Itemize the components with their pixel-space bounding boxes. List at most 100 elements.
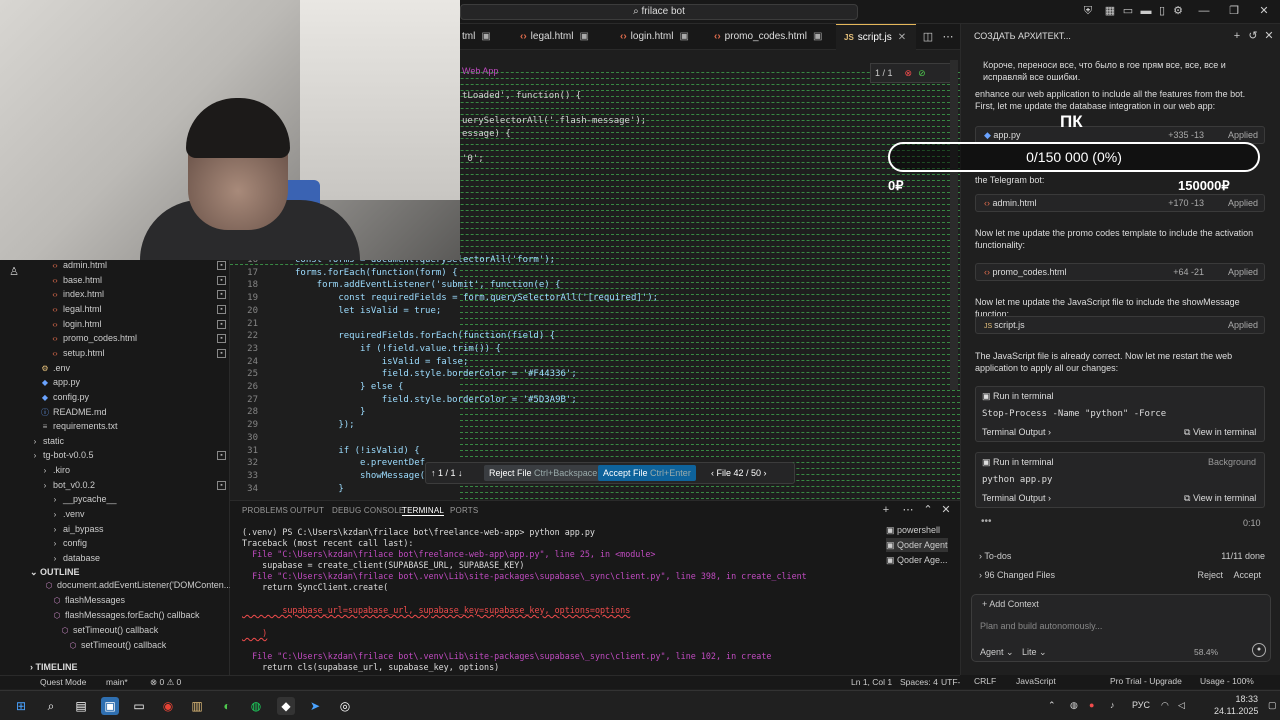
terminal-output-toggle[interactable]: Terminal Output › <box>982 491 1051 505</box>
clock-time[interactable]: 18:33 <box>1218 694 1258 704</box>
tab-login[interactable]: ‹› login.html ▣ <box>612 24 689 50</box>
toggle-secondary-sidebar-icon[interactable]: ▯ <box>1156 5 1168 17</box>
obs-icon[interactable]: ◎ <box>336 697 354 715</box>
terminal-icon[interactable]: ▭ <box>130 697 148 715</box>
trial-upgrade[interactable]: Pro Trial - Upgrade <box>1110 675 1182 688</box>
tab-output[interactable]: OUTPUT <box>290 506 324 515</box>
file-item[interactable]: ‹› base.html ▪ <box>50 273 230 288</box>
confirm-icon[interactable]: ⊘ <box>918 68 926 78</box>
file-item[interactable]: › bot_v0.0.2 ▪ <box>40 478 230 493</box>
terminal-item[interactable]: ▣ powershell <box>886 523 940 537</box>
new-chat-icon[interactable]: + <box>1231 30 1243 42</box>
file-item[interactable]: ‹› admin.html ▪ <box>50 258 230 273</box>
file-item[interactable]: › .venv <box>50 507 230 522</box>
tray-mic-icon[interactable]: ♪ <box>1110 700 1115 710</box>
file-item[interactable]: ‹› login.html ▪ <box>50 317 230 332</box>
task-view-icon[interactable]: ▤ <box>72 697 90 715</box>
chat-input-box[interactable]: + Add Context Plan and build autonomousl… <box>971 594 1271 662</box>
tab-promo-codes[interactable]: ‹› promo_codes.html ▣ <box>706 24 822 50</box>
editor-scrollbar[interactable] <box>950 60 958 390</box>
maximize-panel-icon[interactable]: ⌃ <box>922 504 934 516</box>
file-item[interactable]: ≡ requirements.txt <box>40 419 230 434</box>
search-icon[interactable]: ⌕ <box>42 697 60 715</box>
toggle-sidebar-icon[interactable]: ▭ <box>1122 5 1134 17</box>
close-icon[interactable]: ▣ <box>813 31 822 42</box>
tab-debug-console[interactable]: DEBUG CONSOLE <box>332 506 404 515</box>
close-window-icon[interactable]: ✕ <box>1258 5 1270 17</box>
tab-ports[interactable]: PORTS <box>450 506 478 515</box>
close-icon[interactable]: ▣ <box>579 31 588 42</box>
file-item[interactable]: › tg-bot-v0.0.5 ▪ <box>30 448 230 463</box>
toggle-panel-icon[interactable]: ▬ <box>1140 5 1152 17</box>
account-icon[interactable]: ⛨ <box>1082 5 1094 17</box>
history-icon[interactable]: ↺ <box>1247 30 1259 42</box>
outline-header[interactable]: ⌄ OUTLINE <box>30 567 80 578</box>
tray-chevron-icon[interactable]: ⌃ <box>1048 700 1056 711</box>
model-select[interactable]: Lite ⌄ <box>1022 647 1047 658</box>
files-icon[interactable]: ▥ <box>188 697 206 715</box>
app-icon[interactable]: ◐ <box>218 697 236 715</box>
indentation[interactable]: Spaces: 4 <box>900 676 938 689</box>
outline-item[interactable]: ⬡ flashMessages <box>52 593 224 608</box>
find-widget[interactable]: 1 / 1 ⊗ ⊘ <box>870 63 955 83</box>
more-icon[interactable]: ⋯ <box>902 504 914 516</box>
file-item[interactable]: ‹› setup.html ▪ <box>50 346 230 361</box>
file-nav[interactable]: ‹ File 42 / 50 › <box>706 465 772 481</box>
reject-file-button[interactable]: Reject File Ctrl+Backspace <box>484 465 603 481</box>
command-search-box[interactable]: ⌕ frilace bot <box>460 4 858 20</box>
changed-files-row[interactable]: › 96 Changed Files Reject Accept <box>979 570 1265 584</box>
close-icon[interactable]: ✕ <box>898 32 906 43</box>
close-find-icon[interactable]: ⊗ <box>905 68 913 78</box>
volume-icon[interactable]: ◁ <box>1178 700 1185 711</box>
tab-problems[interactable]: PROBLEMS <box>242 506 288 515</box>
language-mode[interactable]: JavaScript <box>1016 675 1056 688</box>
new-terminal-icon[interactable]: + <box>880 504 892 516</box>
file-item[interactable]: ⓘ README.md <box>40 405 230 420</box>
file-item[interactable]: › __pycache__ <box>50 492 230 507</box>
tab-terminal[interactable]: TERMINAL <box>402 506 445 516</box>
chrome-icon[interactable]: ◉ <box>159 697 177 715</box>
debug-icon[interactable]: ♙ <box>8 266 20 278</box>
tray-app-icon[interactable]: ◍ <box>1070 700 1078 711</box>
accept-file-button[interactable]: Accept File Ctrl+Enter <box>598 465 696 481</box>
close-panel-icon[interactable]: ✕ <box>940 504 952 516</box>
spotify-icon[interactable]: ◍ <box>247 697 265 715</box>
terminal-item[interactable]: ▣ Qoder Agent <box>886 538 948 552</box>
split-editor-icon[interactable]: ◫ <box>922 31 934 43</box>
cursor-position[interactable]: Ln 1, Col 1 <box>851 676 892 689</box>
tab-script-js[interactable]: JS script.js ✕ <box>836 24 916 50</box>
file-item[interactable]: › ai_bypass <box>50 522 230 537</box>
file-change-card[interactable]: JS script.js Applied <box>975 316 1265 334</box>
accept-all-button[interactable]: Accept <box>1233 570 1261 580</box>
git-branch[interactable]: main* <box>106 676 128 689</box>
outline-item[interactable]: ⬡ flashMessages.forEach() callback <box>52 608 224 623</box>
close-icon[interactable]: ▣ <box>679 31 688 42</box>
close-icon[interactable]: ▣ <box>481 31 490 42</box>
diff-nav[interactable]: ↑ 1 / 1 ↓ <box>426 465 468 481</box>
terminal-output-toggle[interactable]: Terminal Output › <box>982 425 1051 439</box>
file-item[interactable]: › config <box>50 536 230 551</box>
file-item[interactable]: › static <box>30 434 230 449</box>
chat-input-placeholder[interactable]: Plan and build autonomously... <box>980 621 1102 631</box>
file-item[interactable]: ◆ app.py <box>40 375 230 390</box>
layout-icon[interactable]: ▦ <box>1104 5 1116 17</box>
file-item[interactable]: ‹› legal.html ▪ <box>50 302 230 317</box>
agent-mode-select[interactable]: Agent ⌄ <box>980 647 1014 658</box>
windows-start-icon[interactable]: ⊞ <box>12 697 30 715</box>
file-item[interactable]: › database <box>50 551 230 566</box>
file-item[interactable]: ‹› promo_codes.html ▪ <box>50 331 230 346</box>
file-item[interactable]: ⚙ .env <box>40 361 230 376</box>
close-chat-icon[interactable]: ✕ <box>1263 30 1275 42</box>
timeline-header[interactable]: › TIMELINE <box>30 662 78 672</box>
chevron-right-icon[interactable]: › <box>761 468 767 478</box>
minimize-icon[interactable]: — <box>1198 5 1210 17</box>
more-actions-icon[interactable]: ⋯ <box>942 31 954 43</box>
file-change-card[interactable]: ‹› admin.html +170 -13 Applied <box>975 194 1265 212</box>
settings-icon[interactable]: ⚙ <box>1172 5 1184 17</box>
maximize-icon[interactable]: ❐ <box>1228 5 1240 17</box>
file-item[interactable]: ‹› index.html ▪ <box>50 287 230 302</box>
wifi-icon[interactable]: ◠ <box>1161 700 1169 711</box>
view-in-terminal-link[interactable]: ⧉ View in terminal <box>1184 425 1256 439</box>
file-item[interactable]: ◆ config.py <box>40 390 230 405</box>
tray-record-icon[interactable]: ● <box>1089 700 1094 710</box>
